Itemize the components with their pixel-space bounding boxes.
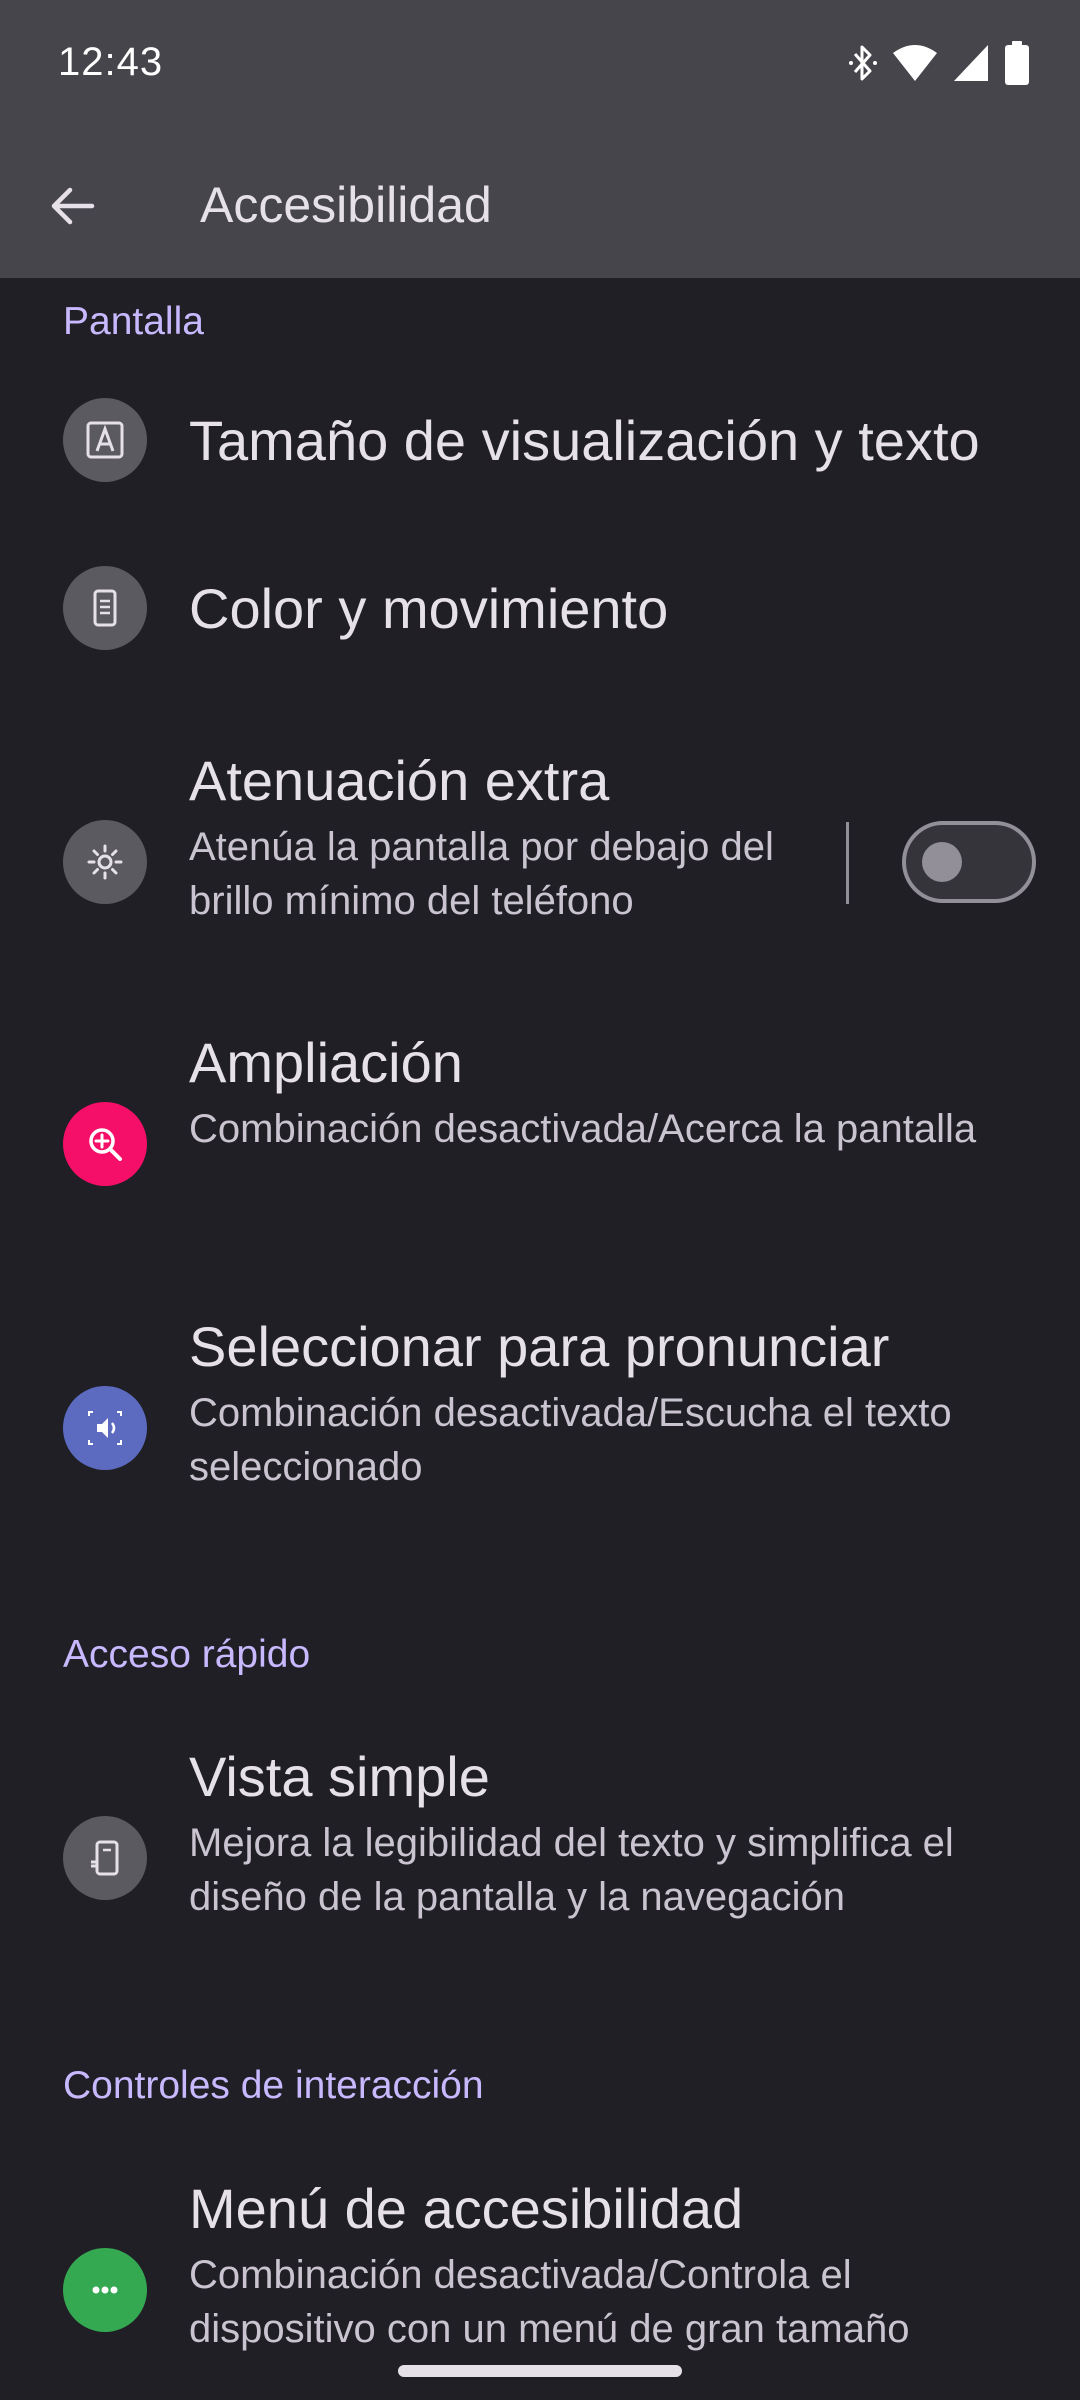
wifi-icon <box>892 43 938 88</box>
speaker-icon <box>63 1386 147 1470</box>
more-dots-icon <box>63 2248 147 2332</box>
signal-icon <box>952 43 990 88</box>
section-header-controles: Controles de interacción <box>63 2064 484 2107</box>
app-bar: Accesibilidad <box>0 132 1080 278</box>
zoom-in-icon <box>63 1102 147 1186</box>
section-header-acceso-rapido: Acceso rápido <box>63 1633 311 1676</box>
item-summary: Combinación desactivada/Acerca la pantal… <box>189 1107 977 1151</box>
item-color-movimiento[interactable]: Color y movimiento <box>0 526 1080 686</box>
item-summary: Combinación desactivada/Escucha el texto… <box>189 1391 952 1489</box>
battery-icon <box>1004 40 1030 90</box>
item-title: Menú de accesibilidad <box>189 2177 744 2240</box>
item-seleccionar-pronunciar[interactable]: Seleccionar para pronunciar Combinación … <box>0 1314 1080 1554</box>
item-ampliacion[interactable]: Ampliación Combinación desactivada/Acerc… <box>0 1030 1080 1270</box>
item-tamano-visualizacion[interactable]: Tamaño de visualización y texto <box>0 360 1080 520</box>
item-title: Atenuación extra <box>189 749 610 812</box>
settings-list[interactable]: Pantalla Tamaño de visualización y texto… <box>0 278 1080 2400</box>
switch-thumb <box>922 842 962 882</box>
item-title: Seleccionar para pronunciar <box>189 1315 890 1378</box>
item-summary: Combinación desactivada/Controla el disp… <box>189 2253 910 2351</box>
page-title: Accesibilidad <box>200 177 492 233</box>
bluetooth-icon <box>848 43 878 88</box>
section-header-pantalla: Pantalla <box>63 300 204 343</box>
back-button[interactable] <box>34 168 110 244</box>
item-title: Vista simple <box>189 1745 490 1808</box>
atenuacion-toggle[interactable] <box>902 821 1036 903</box>
item-title: Color y movimiento <box>189 577 669 640</box>
toggle-divider <box>846 822 849 904</box>
status-time: 12:43 <box>58 40 164 84</box>
item-summary: Atenúa la pantalla por debajo del brillo… <box>189 825 774 923</box>
text-size-icon <box>63 398 147 482</box>
arrow-back-icon <box>51 187 95 225</box>
simple-view-icon <box>63 1816 147 1900</box>
item-title: Ampliación <box>189 1031 463 1094</box>
item-summary: Mejora la legibilidad del texto y simpli… <box>189 1821 954 1919</box>
status-bar: 12:43 <box>0 0 1080 132</box>
brightness-icon <box>63 820 147 904</box>
item-atenuacion-extra[interactable]: Atenuación extra Atenúa la pantalla por … <box>0 748 1080 988</box>
phone-color-icon <box>63 566 147 650</box>
item-vista-simple[interactable]: Vista simple Mejora la legibilidad del t… <box>0 1744 1080 1984</box>
item-title: Tamaño de visualización y texto <box>189 409 980 472</box>
status-icons <box>848 40 1030 90</box>
gesture-navigation-bar[interactable] <box>398 2365 682 2377</box>
